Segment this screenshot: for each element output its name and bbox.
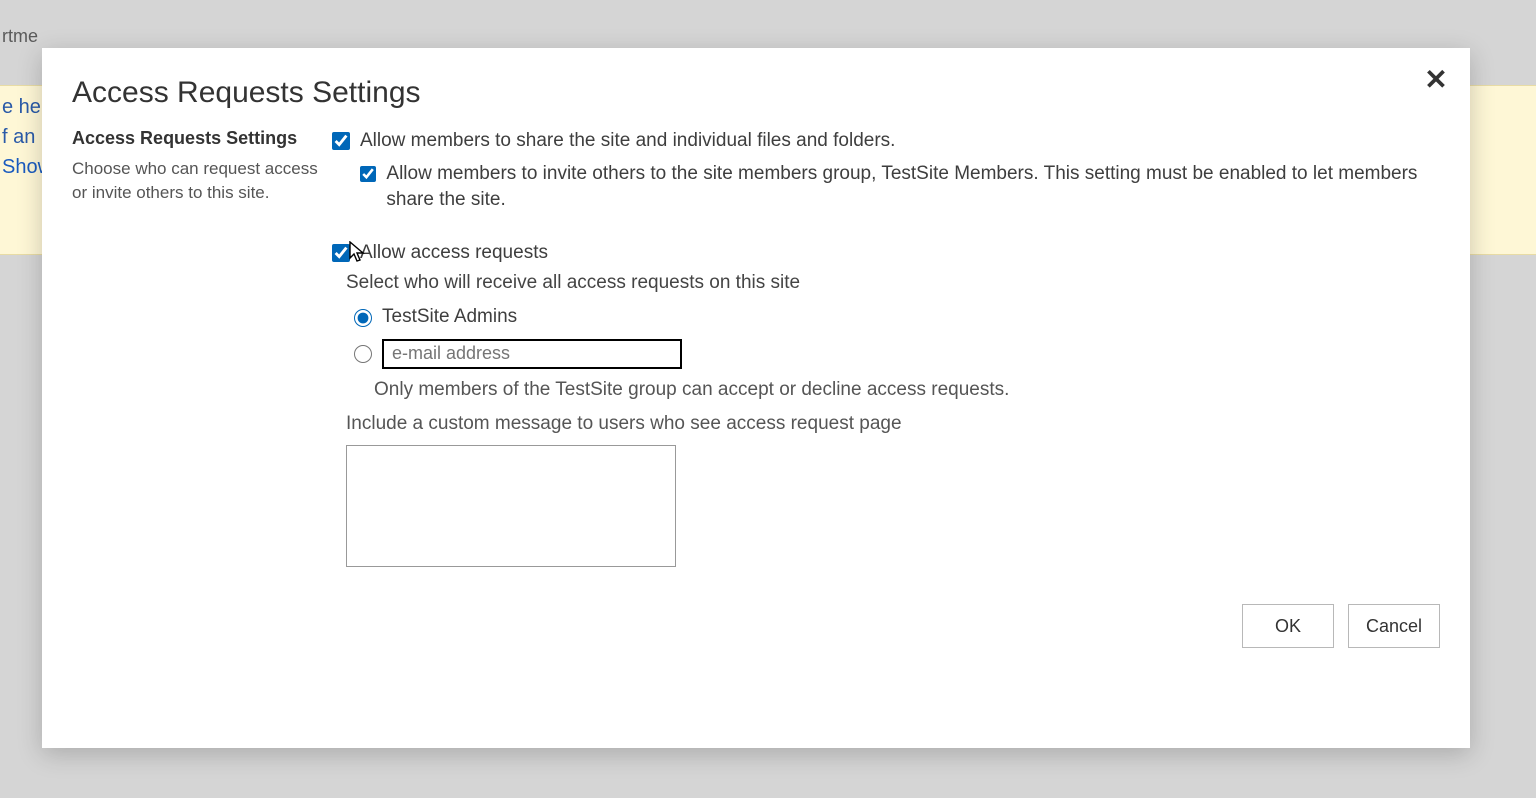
radio-admins[interactable] [354,309,372,327]
dialog-side-column: Access Requests Settings Choose who can … [72,128,332,205]
bg-line1: e her [2,96,48,118]
email-input[interactable] [382,339,682,369]
side-description: Choose who can request access or invite … [72,157,322,205]
allow-share-label: Allow members to share the site and indi… [360,128,895,155]
access-requests-dialog: Access Requests Settings ✕ Access Reques… [42,48,1470,748]
ok-button[interactable]: OK [1242,604,1334,648]
side-heading: Access Requests Settings [72,128,322,149]
allow-requests-checkbox[interactable] [332,244,350,262]
recipients-note: Only members of the TestSite group can a… [374,379,1440,401]
background-breadcrumb-fragment: rtme [2,21,38,51]
close-icon[interactable]: ✕ [1420,66,1452,98]
cancel-button[interactable]: Cancel [1348,604,1440,648]
recipients-label: Select who will receive all access reque… [346,272,1440,294]
dialog-footer: OK Cancel [1242,604,1440,648]
allow-invite-label: Allow members to invite others to the si… [386,161,1440,214]
allow-invite-checkbox[interactable] [360,165,376,183]
dialog-main-column: Allow members to share the site and indi… [332,128,1440,573]
dialog-title: Access Requests Settings [72,76,1440,110]
radio-email[interactable] [354,345,372,363]
custom-message-label: Include a custom message to users who se… [346,413,1440,435]
allow-requests-label: Allow access requests [360,240,548,267]
allow-share-checkbox[interactable] [332,132,350,150]
custom-message-textarea[interactable] [346,445,676,567]
radio-admins-label: TestSite Admins [382,304,517,331]
